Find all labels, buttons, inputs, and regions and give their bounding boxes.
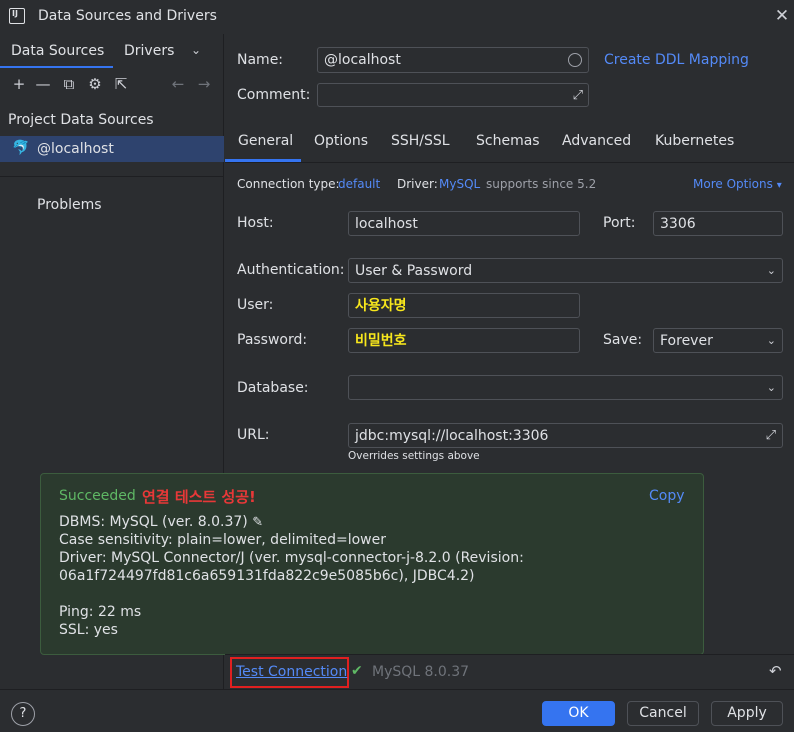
user-value: 사용자명 [355,298,407,314]
test-connection-link[interactable]: Test Connection [236,664,347,680]
chevron-down-icon: ⌄ [766,334,776,347]
driver-link[interactable]: MySQL [439,177,480,191]
authentication-select[interactable]: User & Password ⌄ [348,258,783,283]
color-circle-icon[interactable] [568,53,582,67]
case-line: Case sensitivity: plain=lower, delimited… [59,532,386,548]
divider [225,162,794,163]
port-label: Port: [603,215,636,231]
undo-icon[interactable]: ↶ [769,662,782,680]
section-title: Project Data Sources [8,112,154,128]
expand-icon[interactable]: ⤢ [573,84,583,108]
save-value: Forever [660,333,713,349]
annotation-text: 연결 테스트 성공! [142,488,256,506]
app-logo-icon: IJ [9,8,25,24]
create-ddl-link[interactable]: Create DDL Mapping [604,52,749,68]
driver-label: Driver: [397,177,438,191]
port-value: 3306 [660,216,696,232]
name-value: @localhost [324,52,401,68]
window-title: Data Sources and Drivers [38,8,217,24]
driver-line-2: 06a1f724497fd81c6a659131fda822c9e5085b6c… [59,568,475,584]
database-label: Database: [237,380,309,396]
copy-icon[interactable]: ⧉ [59,74,79,94]
active-tab-underline [0,66,113,68]
mysql-icon: 🐬 [12,140,30,156]
external-link-icon[interactable]: ⇱ [111,74,131,94]
password-label: Password: [237,332,308,348]
comment-label: Comment: [237,87,311,103]
user-input[interactable]: 사용자명 [348,293,580,318]
tab-schemas[interactable]: Schemas [476,133,540,149]
connection-type-label: Connection type: [237,177,340,191]
ssl-line: SSL: yes [59,622,118,638]
divider [225,654,794,655]
tab-options[interactable]: Options [314,133,368,149]
name-input[interactable]: @localhost [317,47,589,73]
tab-general[interactable]: General [238,133,293,149]
tab-data-sources[interactable]: Data Sources [11,43,104,59]
password-value: 비밀번호 [355,333,407,349]
url-note: Overrides settings above [348,450,480,462]
help-icon[interactable]: ? [11,702,35,726]
tab-advanced[interactable]: Advanced [562,133,631,149]
save-label: Save: [603,332,643,348]
check-icon: ✔ [351,663,363,679]
remove-icon[interactable]: — [33,74,53,94]
close-icon[interactable]: ✕ [772,6,792,26]
pencil-icon[interactable]: ✎ [252,515,263,530]
authentication-value: User & Password [355,263,473,279]
database-select[interactable]: ⌄ [348,375,783,400]
driver-line-1: Driver: MySQL Connector/J (ver. mysql-co… [59,550,524,566]
copy-link[interactable]: Copy [649,488,685,504]
save-select[interactable]: Forever ⌄ [653,328,783,353]
more-options-button[interactable]: More Options ▾ [693,177,782,191]
url-label: URL: [237,427,270,443]
chevron-down-icon: ⌄ [766,381,776,394]
dbms-line: DBMS: MySQL (ver. 8.0.37) ✎ [59,514,263,530]
tab-kubernetes[interactable]: Kubernetes [655,133,734,149]
add-icon[interactable]: + [9,74,29,94]
driver-note: supports since 5.2 [486,177,597,191]
problems-item[interactable]: Problems [37,197,102,213]
chevron-down-icon: ▾ [776,180,782,191]
url-value: jdbc:mysql://localhost:3306 [355,428,549,444]
back-icon[interactable]: ← [168,74,188,94]
settings-icon[interactable]: ⚙ [85,74,105,94]
host-input[interactable]: localhost [348,211,580,236]
connection-type-link[interactable]: default [338,177,380,191]
tab-drivers[interactable]: Drivers [124,43,174,59]
cancel-button[interactable]: Cancel [627,701,699,726]
status-succeeded: Succeeded [59,488,136,504]
url-input[interactable]: jdbc:mysql://localhost:3306 ⤢ [348,423,783,448]
divider [0,176,224,177]
password-input[interactable]: 비밀번호 [348,328,580,353]
apply-button[interactable]: Apply [711,701,783,726]
expand-icon[interactable]: ⤢ [766,424,776,448]
chevron-down-icon: ⌄ [766,264,776,277]
comment-input[interactable]: ⤢ [317,83,589,107]
forward-icon[interactable]: → [194,74,214,94]
name-label: Name: [237,52,284,68]
user-label: User: [237,297,274,313]
port-input[interactable]: 3306 [653,211,783,236]
host-label: Host: [237,215,274,231]
more-options-label: More Options [693,177,773,191]
data-source-label[interactable]: @localhost [37,141,114,157]
mysql-version-text: MySQL 8.0.37 [372,664,470,680]
tab-ssh-ssl[interactable]: SSH/SSL [391,133,450,149]
chevron-down-icon[interactable]: ⌄ [191,43,201,57]
host-value: localhost [355,216,418,232]
dbms-text: DBMS: MySQL (ver. 8.0.37) [59,514,248,530]
ok-button[interactable]: OK [542,701,615,726]
ping-line: Ping: 22 ms [59,604,142,620]
authentication-label: Authentication: [237,262,345,278]
